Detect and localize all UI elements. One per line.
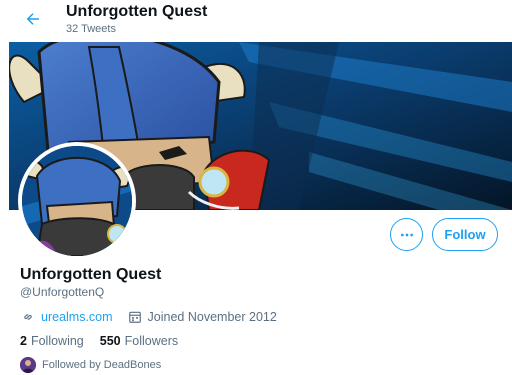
header-title: Unforgotten Quest bbox=[66, 3, 208, 20]
following-count: 2 bbox=[20, 334, 27, 348]
profile-header: Unforgotten Quest 32 Tweets bbox=[0, 0, 512, 42]
follow-stats: 2 Following 550 Followers bbox=[20, 334, 194, 348]
more-horizontal-icon bbox=[400, 233, 413, 236]
followed-by[interactable]: Followed by DeadBones bbox=[20, 357, 161, 373]
calendar-icon bbox=[127, 309, 143, 325]
more-options-button[interactable] bbox=[390, 218, 423, 251]
following-stat[interactable]: 2 Following bbox=[20, 334, 84, 348]
followers-stat[interactable]: 550 Followers bbox=[100, 334, 178, 348]
tweet-count: 32 Tweets bbox=[66, 23, 116, 35]
follow-button[interactable]: Follow bbox=[432, 218, 498, 251]
joined-date: Joined November 2012 bbox=[147, 310, 277, 324]
followed-by-text: Followed by DeadBones bbox=[42, 359, 162, 371]
profile-meta: urealms.com Joined November 2012 bbox=[20, 309, 277, 325]
followers-count: 550 bbox=[99, 334, 121, 348]
profile-name: Unforgotten Quest bbox=[20, 266, 162, 283]
back-button[interactable] bbox=[20, 6, 46, 32]
followers-label: Followers bbox=[124, 334, 179, 348]
profile-avatar[interactable] bbox=[18, 142, 136, 260]
following-label: Following bbox=[30, 334, 84, 348]
link-icon bbox=[20, 309, 36, 325]
profile-handle: @UnforgottenQ bbox=[20, 285, 105, 299]
arrow-left-icon bbox=[26, 13, 39, 25]
avatar-artwork bbox=[22, 146, 132, 256]
follower-avatar bbox=[20, 357, 36, 373]
website-link[interactable]: urealms.com bbox=[41, 310, 113, 324]
